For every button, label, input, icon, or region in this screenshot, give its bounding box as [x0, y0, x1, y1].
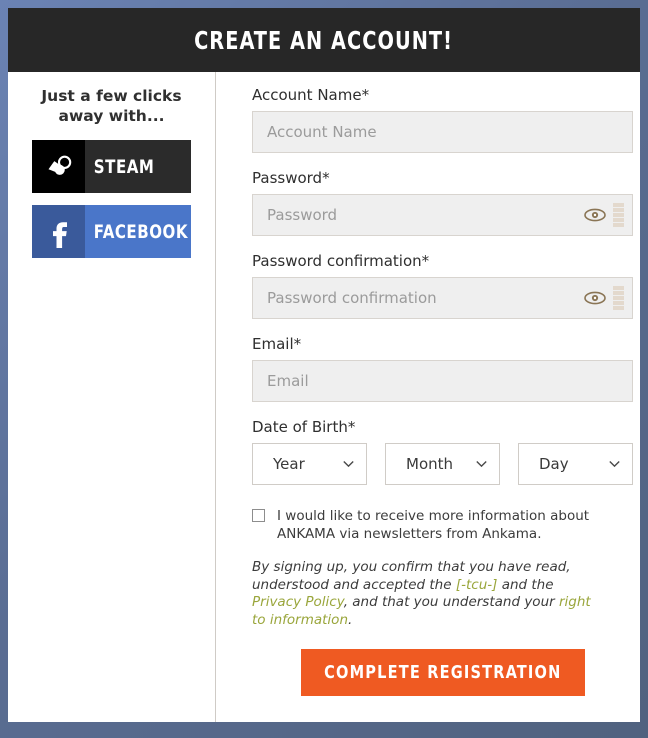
steam-login-button[interactable]: STEAM	[32, 140, 191, 193]
strength-segment	[613, 291, 624, 295]
date-of-birth-row: Year Month Day	[252, 443, 633, 485]
account-name-field: Account Name*	[252, 86, 633, 153]
password-label: Password*	[252, 169, 330, 187]
facebook-login-label: FACEBOOK	[93, 220, 189, 243]
strength-segment	[613, 213, 624, 217]
strength-segment	[613, 218, 624, 222]
account-name-input[interactable]	[253, 112, 632, 152]
sidebar-heading: Just a few clicks away with...	[41, 87, 182, 125]
birth-month-select[interactable]: Month	[386, 444, 499, 484]
date-of-birth-label: Date of Birth*	[252, 418, 356, 436]
birth-year-select[interactable]: Year	[253, 444, 366, 484]
facebook-login-button[interactable]: FACEBOOK	[32, 205, 191, 258]
strength-segment	[613, 301, 624, 305]
social-sidebar: Just a few clicks away with... STEAM FAC…	[8, 72, 216, 722]
password-confirmation-label: Password confirmation*	[252, 252, 430, 270]
strength-segment	[613, 296, 624, 300]
strength-segment	[613, 208, 624, 212]
birth-year-select-wrapper[interactable]: Year	[252, 443, 367, 485]
account-name-label: Account Name*	[252, 86, 370, 104]
email-field: Email*	[252, 335, 633, 402]
registration-form: Account Name* Password*	[216, 72, 640, 722]
terms-text: By signing up, you confirm that you have…	[252, 559, 604, 629]
strength-segment	[613, 223, 624, 227]
birth-day-select[interactable]: Day	[519, 444, 632, 484]
password-confirmation-field: Password confirmation*	[252, 252, 633, 319]
terms-part-4: .	[348, 611, 353, 628]
terms-part-2: and the	[497, 576, 554, 593]
birth-month-select-wrapper[interactable]: Month	[385, 443, 500, 485]
password-confirmation-input[interactable]	[253, 278, 632, 318]
account-name-input-wrapper[interactable]	[252, 111, 633, 153]
password-confirmation-visibility-toggle[interactable]	[584, 290, 606, 306]
password-field: Password*	[252, 169, 633, 236]
email-input-wrapper[interactable]	[252, 360, 633, 402]
complete-registration-label: COMPLETE REGISTRATION	[323, 662, 562, 683]
card-body: Just a few clicks away with... STEAM FAC…	[8, 72, 640, 722]
password-visibility-toggle[interactable]	[584, 207, 606, 223]
email-input[interactable]	[253, 361, 632, 401]
submit-row: COMPLETE REGISTRATION	[252, 649, 633, 696]
strength-segment	[613, 306, 624, 310]
steam-login-label: STEAM	[93, 155, 155, 178]
password-strength-meter	[613, 203, 624, 227]
birth-day-select-wrapper[interactable]: Day	[518, 443, 633, 485]
terms-part-3: , and that you understand your	[343, 594, 559, 610]
password-input[interactable]	[253, 195, 632, 235]
newsletter-label: I would like to receive more information…	[277, 508, 590, 542]
strength-segment	[613, 286, 624, 290]
complete-registration-button[interactable]: COMPLETE REGISTRATION	[300, 649, 585, 696]
email-label: Email*	[252, 335, 302, 353]
date-of-birth-field: Date of Birth* Year Month Day	[252, 418, 633, 485]
password-confirmation-input-wrapper[interactable]	[252, 277, 633, 319]
privacy-policy-link[interactable]: Privacy Policy	[252, 594, 344, 610]
strength-segment	[613, 203, 624, 207]
page-title: CREATE AN ACCOUNT!	[194, 25, 454, 55]
newsletter-checkbox[interactable]	[252, 509, 265, 522]
terms-of-use-link[interactable]: [-tcu-]	[456, 577, 498, 593]
password-input-wrapper[interactable]	[252, 194, 633, 236]
newsletter-optin: I would like to receive more information…	[252, 507, 633, 543]
facebook-icon	[32, 205, 85, 258]
registration-card: CREATE AN ACCOUNT! Just a few clicks awa…	[8, 8, 640, 722]
password-confirmation-strength-meter	[613, 286, 624, 310]
steam-icon	[32, 140, 85, 193]
card-header: CREATE AN ACCOUNT!	[8, 8, 640, 72]
